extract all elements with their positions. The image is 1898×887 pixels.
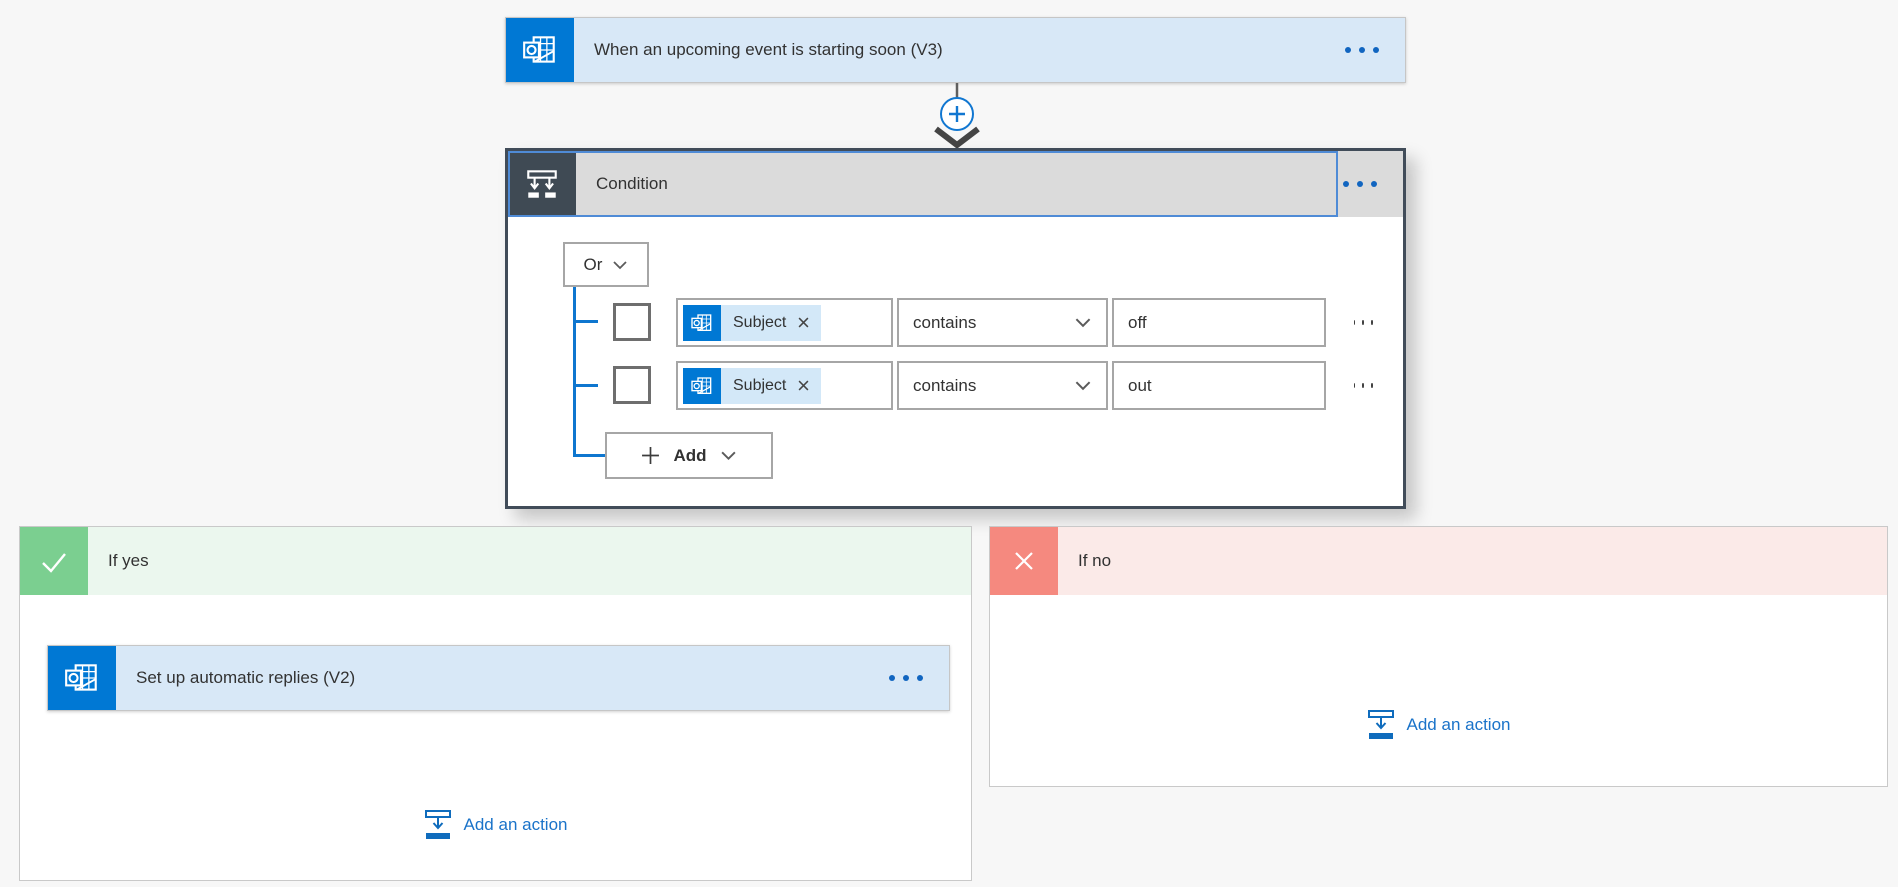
add-button-label: Add [673, 445, 707, 465]
tree-connector-line [573, 454, 605, 457]
token-label: Subject [733, 313, 787, 331]
condition-card: Condition Or Subject contains off Subjec… [505, 148, 1406, 509]
condition-value-input[interactable] [1114, 300, 1324, 345]
condition-row-token-field[interactable]: Subject [676, 361, 893, 410]
trigger-ellipsis-icon[interactable] [1319, 18, 1405, 82]
chevron-down-icon [1075, 318, 1091, 327]
outlook-mail-icon [48, 646, 116, 710]
if-yes-branch: If yes Set up automatic replies (V2) Add… [19, 526, 972, 881]
condition-branch-icon [508, 151, 576, 217]
add-action-icon [424, 810, 451, 840]
outlook-calendar-icon [506, 18, 574, 82]
if-no-add-action-link[interactable]: Add an action [990, 703, 1887, 747]
if-yes-label: If yes [108, 551, 149, 570]
if-no-branch: If no Add an action [989, 526, 1888, 787]
chevron-down-icon [1075, 381, 1091, 390]
action-ellipsis-icon[interactable] [863, 646, 949, 710]
subject-token-chip[interactable]: Subject [683, 367, 822, 404]
plus-icon [641, 446, 661, 465]
add-action-icon [1367, 710, 1394, 740]
action-card[interactable]: Set up automatic replies (V2) [47, 645, 950, 711]
condition-value-field [1112, 298, 1326, 347]
tree-connector-line [573, 287, 576, 457]
outlook-icon [683, 367, 721, 404]
condition-header[interactable]: Condition [508, 151, 1403, 217]
add-condition-button[interactable]: Add [605, 432, 773, 479]
condition-operator-dropdown[interactable]: contains [897, 298, 1108, 347]
group-operator-dropdown[interactable]: Or [563, 242, 649, 287]
chevron-down-icon [720, 451, 736, 460]
outlook-icon [683, 304, 721, 341]
group-operator-value: Or [583, 254, 603, 274]
condition-row-ellipsis-icon[interactable] [1328, 361, 1398, 410]
condition-row-ellipsis-icon[interactable] [1328, 298, 1398, 347]
action-title: Set up automatic replies (V2) [136, 668, 356, 687]
condition-title: Condition [596, 174, 668, 193]
if-no-header[interactable]: If no [990, 527, 1887, 595]
remove-token-icon[interactable] [798, 380, 810, 391]
tree-connector-line [573, 384, 598, 387]
token-label: Subject [733, 376, 787, 394]
operator-value: contains [913, 312, 977, 332]
if-yes-add-action-link[interactable]: Add an action [20, 803, 971, 847]
condition-row-token-field[interactable]: Subject [676, 298, 893, 347]
condition-value-input[interactable] [1114, 363, 1324, 408]
remove-token-icon[interactable] [798, 317, 810, 328]
insert-step-plus-icon [940, 97, 974, 131]
condition-value-field [1112, 361, 1326, 410]
add-action-label: Add an action [463, 815, 568, 834]
add-action-label: Add an action [1406, 715, 1511, 734]
tree-connector-line [573, 320, 598, 323]
condition-ellipsis-icon[interactable] [1317, 151, 1403, 217]
checkmark-icon [20, 527, 88, 595]
operator-value: contains [913, 375, 977, 395]
if-no-label: If no [1078, 551, 1112, 570]
insert-step-connector [926, 83, 988, 149]
trigger-card[interactable]: When an upcoming event is starting soon … [505, 17, 1406, 83]
trigger-title: When an upcoming event is starting soon … [594, 40, 943, 59]
condition-row-checkbox[interactable] [613, 303, 651, 341]
condition-row-checkbox[interactable] [613, 366, 651, 404]
condition-body: Or Subject contains off Subject contains… [508, 217, 1403, 506]
subject-token-chip[interactable]: Subject [683, 304, 822, 341]
condition-operator-dropdown[interactable]: contains [897, 361, 1108, 410]
if-yes-header[interactable]: If yes [20, 527, 971, 595]
cross-icon [990, 527, 1058, 595]
flow-designer-canvas: When an upcoming event is starting soon … [0, 0, 1898, 887]
chevron-down-icon [613, 260, 628, 269]
